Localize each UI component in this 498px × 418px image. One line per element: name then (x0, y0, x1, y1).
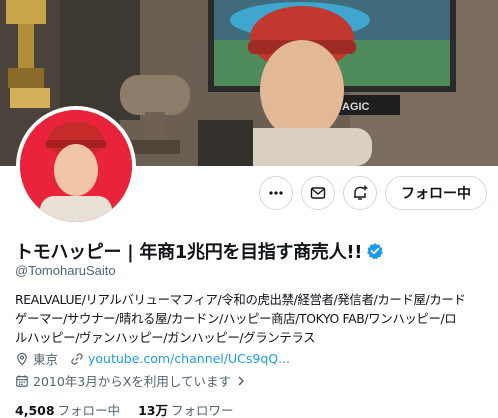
more-button[interactable] (259, 176, 293, 210)
bio-line: ゲーマー/サウナー/晴れる屋/カードン/ハッピー商店/TOKYO FAB/ワンハ… (15, 311, 457, 326)
profile-bio: REALVALUE/リアルバリューマフィア/令和の虎出禁/経営者/発信者/カード… (15, 290, 485, 347)
followers-stat[interactable]: 13万 フォロワー (138, 400, 233, 418)
notifications-button[interactable] (343, 176, 377, 210)
followers-count: 13万 (138, 403, 168, 418)
chevron-right-icon (238, 375, 245, 386)
bio-line: REALVALUE/リアルバリューマフィア/令和の虎出禁/経営者/発信者/カード… (15, 292, 466, 307)
joined-text: 2010年3月からXを利用しています (33, 374, 231, 389)
profile-stats: 4,508 フォロー中 13万 フォロワー (15, 400, 233, 418)
bio-line: ルハッピー/ヴァンハッピー/ガンハッピー/グランテラス (15, 330, 316, 345)
more-icon (269, 191, 283, 195)
bell-plus-icon (354, 185, 368, 200)
followers-label: フォロワー (170, 403, 234, 418)
message-button[interactable] (301, 176, 335, 210)
following-count: 4,508 (15, 403, 55, 418)
website[interactable]: youtube.com/channel/UCs9qQ... (70, 351, 290, 366)
website-link[interactable]: youtube.com/channel/UCs9qQ... (88, 351, 290, 366)
user-handle: @TomoharuSaito (15, 263, 116, 278)
svg-text:AGIC: AGIC (342, 101, 370, 113)
following-label: フォロー中 (57, 403, 121, 418)
envelope-icon (310, 187, 326, 199)
link-icon (71, 352, 83, 365)
location-pin-icon (17, 352, 27, 366)
following-button[interactable]: フォロー中 (385, 176, 487, 210)
verified-badge-icon[interactable] (366, 242, 384, 260)
display-name-row: トモハッピー | 年商1兆円を目指す商売人!! (15, 238, 384, 264)
profile-meta: 東京 youtube.com/channel/UCs9qQ... (15, 349, 302, 368)
following-stat[interactable]: 4,508 フォロー中 (15, 400, 120, 418)
avatar-image (20, 110, 132, 222)
profile-actions: フォロー中 (259, 176, 487, 210)
location-text: 東京 (33, 352, 59, 367)
display-name: トモハッピー | 年商1兆円を目指す商売人!! (15, 242, 363, 263)
calendar-icon (16, 374, 28, 387)
joined-date[interactable]: 2010年3月からXを利用しています (15, 371, 247, 390)
location: 東京 (15, 349, 58, 368)
avatar[interactable] (16, 106, 136, 226)
